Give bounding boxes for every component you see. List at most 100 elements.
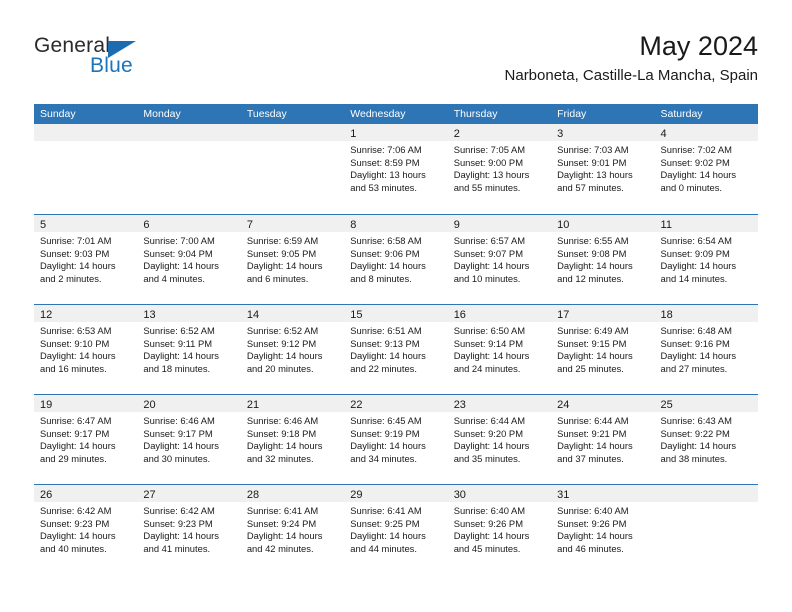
calendar-day-cell[interactable]: 24 Sunrise: 6:44 AM Sunset: 9:21 PM Dayligh… [551,395,655,484]
day-number: 16 [453,309,466,321]
sunrise-time: Sunrise: 6:42 AM [143,505,215,516]
daylight-duration-line2: and 24 minutes. [453,362,521,374]
title-block: May 2024 Narboneta, Castille-La Mancha, … [505,30,758,86]
daylight-duration-line1: Daylight: 14 hours [453,440,530,451]
daylight-duration-line2: and 2 minutes. [40,272,102,284]
calendar-day-cell[interactable]: 31 Sunrise: 6:40 AM Sunset: 9:26 PM Dayligh… [551,485,655,574]
calendar-day-cell[interactable]: 14 Sunrise: 6:52 AM Sunset: 9:12 PM Dayligh… [240,305,345,394]
sunset-time: Sunset: 9:03 PM [40,247,110,259]
calendar-day-cell[interactable]: 2 Sunrise: 7:05 AM Sunset: 9:00 PM Daylight… [447,124,552,214]
calendar-day-cell[interactable]: 22 Sunrise: 6:45 AM Sunset: 9:19 PM Dayligh… [344,395,448,484]
general-blue-logo[interactable]: General Blue [34,34,274,90]
day-details: Sunrise: 6:42 AM Sunset: 9:23 PM Daylight:… [137,502,240,555]
calendar-day-cell[interactable]: 20 Sunrise: 6:46 AM Sunset: 9:17 PM Dayligh… [137,395,241,484]
daylight-duration-line2: and 55 minutes. [453,181,521,193]
daylight-duration-line1: Daylight: 14 hours [453,350,530,361]
calendar-day-cell[interactable]: 18 Sunrise: 6:48 AM Sunset: 9:16 PM Dayligh… [654,305,758,394]
daylight-duration-line2: and 29 minutes. [40,452,107,464]
calendar-day-cell[interactable]: 6 Sunrise: 7:00 AM Sunset: 9:04 PM Daylight… [137,215,241,304]
calendar-day-cell[interactable]: 17 Sunrise: 6:49 AM Sunset: 9:15 PM Dayligh… [551,305,655,394]
sunrise-time: Sunrise: 6:51 AM [350,325,422,336]
day-number-strip: 3 [551,124,655,141]
calendar-day-cell[interactable]: 16 Sunrise: 6:50 AM Sunset: 9:14 PM Dayligh… [447,305,552,394]
day-number-strip [654,485,758,502]
calendar-day-cell[interactable]: 5 Sunrise: 7:01 AM Sunset: 9:03 PM Daylight… [34,215,138,304]
calendar-day-cell[interactable]: 19 Sunrise: 6:47 AM Sunset: 9:17 PM Dayligh… [34,395,138,484]
sunrise-time: Sunrise: 6:58 AM [350,235,422,246]
calendar-day-cell[interactable]: 21 Sunrise: 6:46 AM Sunset: 9:18 PM Dayligh… [240,395,345,484]
day-details: Sunrise: 6:55 AM Sunset: 9:08 PM Daylight:… [551,232,654,285]
day-details: Sunrise: 6:51 AM Sunset: 9:13 PM Daylight:… [344,322,447,375]
calendar-day-cell[interactable]: 8 Sunrise: 6:58 AM Sunset: 9:06 PM Daylight… [344,215,448,304]
day-number: 1 [350,128,357,140]
daylight-duration-line1: Daylight: 14 hours [143,440,219,451]
day-number-strip: 19 [34,395,138,412]
sunrise-time: Sunrise: 6:43 AM [660,415,732,426]
calendar-day-cell[interactable]: 30 Sunrise: 6:40 AM Sunset: 9:26 PM Dayligh… [447,485,552,574]
daylight-duration-line1: Daylight: 14 hours [143,260,219,271]
daylight-duration-line2: and 44 minutes. [350,542,417,554]
page-title: May 2024 [639,31,758,61]
weekday-header-row: Sunday Monday Tuesday Wednesday Thursday Frid… [34,104,758,124]
weekday-header-tuesday: Tuesday [246,108,287,120]
calendar-day-cell[interactable]: 23 Sunrise: 6:44 AM Sunset: 9:20 PM Dayligh… [447,395,552,484]
sunset-time: Sunset: 9:02 PM [660,156,730,168]
logo-text-blue: Blue [90,54,133,77]
sunrise-time: Sunrise: 6:40 AM [557,505,629,516]
calendar-day-cell[interactable]: 11 Sunrise: 6:54 AM Sunset: 9:09 PM Dayligh… [654,215,758,304]
day-number-strip: 17 [551,305,655,322]
page-subtitle: Narboneta, Castille-La Mancha, Spain [504,67,758,84]
daylight-duration-line1: Daylight: 14 hours [246,350,323,361]
day-number: 9 [453,219,460,231]
daylight-duration-line2: and 25 minutes. [557,362,624,374]
day-number-strip: 26 [34,485,138,502]
daylight-duration-line2: and 38 minutes. [660,452,728,464]
calendar-day-cell[interactable]: 9 Sunrise: 6:57 AM Sunset: 9:07 PM Daylight… [447,215,552,304]
daylight-duration-line1: Daylight: 13 hours [350,169,426,180]
day-details: Sunrise: 7:06 AM Sunset: 8:59 PM Daylight:… [344,141,447,194]
sunrise-time: Sunrise: 7:03 AM [557,144,629,155]
day-number: 4 [660,128,667,140]
calendar-day-cell[interactable]: 26 Sunrise: 6:42 AM Sunset: 9:23 PM Dayligh… [34,485,138,574]
calendar-day-cell[interactable]: 1 Sunrise: 7:06 AM Sunset: 8:59 PM Daylight… [344,124,448,214]
sunset-time: Sunset: 9:22 PM [660,427,730,439]
daylight-duration-line1: Daylight: 14 hours [246,440,323,451]
sunrise-time: Sunrise: 6:52 AM [143,325,215,336]
calendar-day-cell[interactable]: 10 Sunrise: 6:55 AM Sunset: 9:08 PM Dayligh… [551,215,655,304]
day-details: Sunrise: 6:58 AM Sunset: 9:06 PM Daylight:… [344,232,447,285]
calendar-day-cell[interactable]: 29 Sunrise: 6:41 AM Sunset: 9:25 PM Dayligh… [344,485,448,574]
daylight-duration-line2: and 6 minutes. [246,272,309,284]
calendar-day-cell[interactable]: 3 Sunrise: 7:03 AM Sunset: 9:01 PM Daylight… [551,124,655,214]
day-number: 28 [246,489,260,501]
day-details: Sunrise: 7:01 AM Sunset: 9:03 PM Daylight:… [34,232,137,285]
day-number: 20 [143,399,156,411]
calendar-day-cell[interactable]: 13 Sunrise: 6:52 AM Sunset: 9:11 PM Dayligh… [137,305,241,394]
weekday-header-monday: Monday [143,108,181,120]
calendar-day-cell[interactable]: 28 Sunrise: 6:41 AM Sunset: 9:24 PM Dayligh… [240,485,345,574]
calendar-day-cell[interactable]: 25 Sunrise: 6:43 AM Sunset: 9:22 PM Dayligh… [654,395,758,484]
daylight-duration-line1: Daylight: 14 hours [40,440,116,451]
daylight-duration-line1: Daylight: 14 hours [557,350,633,361]
calendar-day-cell[interactable]: 4 Sunrise: 7:02 AM Sunset: 9:02 PM Daylight… [654,124,758,214]
day-number: 25 [660,399,673,411]
sunset-time: Sunset: 9:10 PM [40,337,110,349]
calendar-day-cell[interactable]: 27 Sunrise: 6:42 AM Sunset: 9:23 PM Dayligh… [137,485,241,574]
day-details: Sunrise: 6:44 AM Sunset: 9:21 PM Daylight:… [551,412,654,465]
sunset-time: Sunset: 9:25 PM [350,517,420,529]
day-number-strip [240,124,345,141]
day-number-strip: 4 [654,124,758,141]
day-number-strip: 29 [344,485,448,502]
sunrise-time: Sunrise: 6:53 AM [40,325,112,336]
sunrise-time: Sunrise: 6:44 AM [453,415,526,426]
calendar-day-cell[interactable]: 15 Sunrise: 6:51 AM Sunset: 9:13 PM Dayligh… [344,305,448,394]
day-number-strip: 1 [344,124,448,141]
day-number-strip: 6 [137,215,241,232]
day-details: Sunrise: 6:41 AM Sunset: 9:24 PM Daylight:… [241,502,344,555]
sunset-time: Sunset: 9:15 PM [557,337,627,349]
calendar-day-cell[interactable]: 12 Sunrise: 6:53 AM Sunset: 9:10 PM Dayligh… [34,305,138,394]
calendar-day-cell[interactable]: 7 Sunrise: 6:59 AM Sunset: 9:05 PM Daylight… [240,215,345,304]
daylight-duration-line2: and 53 minutes. [350,181,417,193]
sunset-time: Sunset: 9:26 PM [557,517,627,529]
sunset-time: Sunset: 9:23 PM [40,517,110,529]
sunrise-time: Sunrise: 6:54 AM [660,235,732,246]
